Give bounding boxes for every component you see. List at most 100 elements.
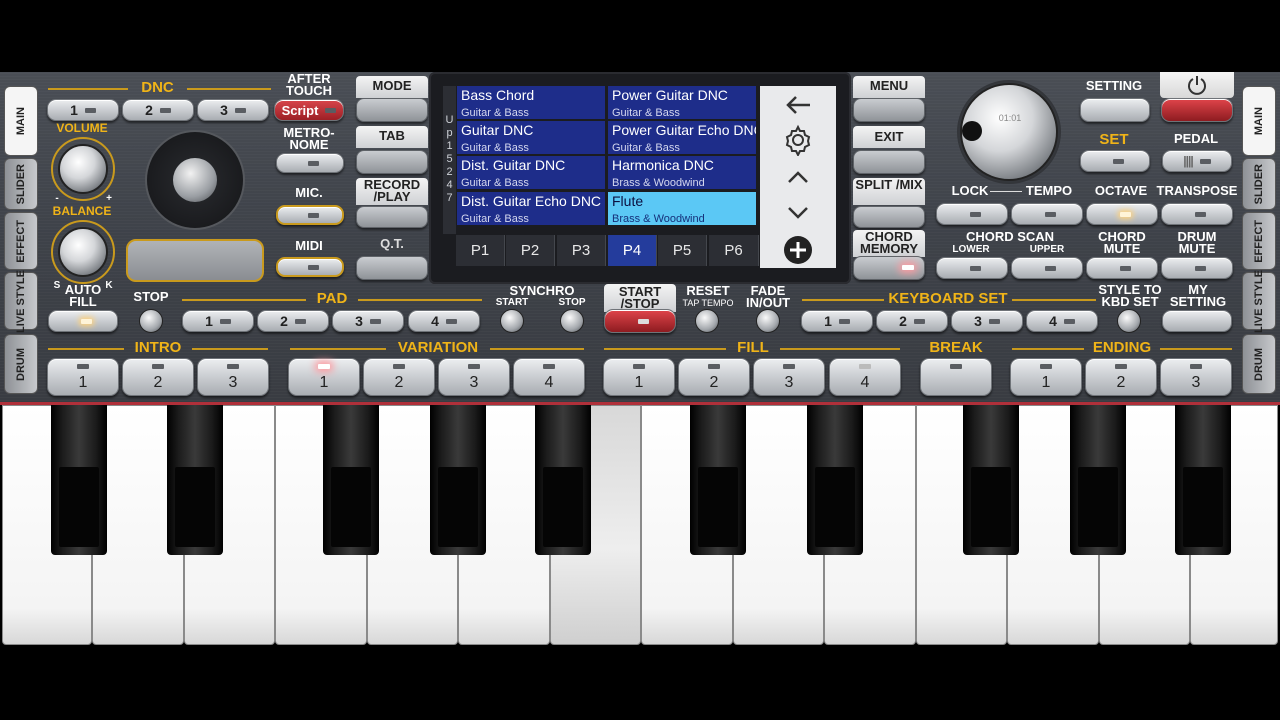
style-cell[interactable]: Power Guitar DNC Guitar & Bass (608, 86, 756, 119)
dnc-button-3[interactable]: 3 (197, 99, 269, 121)
page-tab-p4[interactable]: P4 (608, 235, 657, 266)
page-tab-p1[interactable]: P1 (456, 235, 505, 266)
page-tab-p5[interactable]: P5 (658, 235, 707, 266)
lock-button[interactable] (936, 203, 1008, 225)
break-button[interactable] (920, 358, 992, 396)
set-button[interactable] (1080, 150, 1150, 172)
chord-memory-button[interactable] (853, 256, 925, 280)
octave-button[interactable] (1086, 203, 1158, 225)
pad-button-1[interactable]: 1 (182, 310, 254, 332)
black-key[interactable] (430, 405, 486, 555)
black-key[interactable] (807, 405, 863, 555)
black-key[interactable] (1175, 405, 1231, 555)
black-key[interactable] (1070, 405, 1126, 555)
record-play-button[interactable] (356, 206, 428, 228)
settings-gear-icon[interactable] (760, 124, 836, 156)
my-setting-button[interactable] (1162, 310, 1232, 332)
tempo-button[interactable] (1011, 203, 1083, 225)
variation-button-2[interactable]: 2 (363, 358, 435, 396)
script-button[interactable]: Script (274, 99, 344, 121)
black-key[interactable] (535, 405, 591, 555)
side-tab-drum-right[interactable]: DRUM (1242, 334, 1276, 394)
transpose-button[interactable] (1161, 203, 1233, 225)
qt-button[interactable] (356, 256, 428, 280)
reset-knob[interactable] (695, 309, 719, 333)
style-cell[interactable]: Bass Chord Guitar & Bass (457, 86, 605, 119)
split-mix-button[interactable] (853, 206, 925, 228)
page-tab-p2[interactable]: P2 (506, 235, 555, 266)
chord-scan-upper-button[interactable] (1011, 257, 1083, 279)
intro-button-3[interactable]: 3 (197, 358, 269, 396)
black-key[interactable] (963, 405, 1019, 555)
style-cell[interactable]: Guitar DNC Guitar & Bass (457, 121, 605, 154)
fill-button-4[interactable]: 4 (829, 358, 901, 396)
variation-button-1[interactable]: 1 (288, 358, 360, 396)
style-cell[interactable]: Dist. Guitar Echo DNC Guitar & Bass (457, 192, 605, 225)
mode-button[interactable] (356, 98, 428, 122)
fill-button-3[interactable]: 3 (753, 358, 825, 396)
synchro-stop-knob[interactable] (560, 309, 584, 333)
dnc-button-2[interactable]: 2 (122, 99, 194, 121)
black-key[interactable] (690, 405, 746, 555)
style-cell[interactable]: Dist. Guitar DNC Guitar & Bass (457, 156, 605, 189)
chevron-up-icon[interactable] (760, 164, 836, 190)
midi-button[interactable] (276, 257, 344, 277)
style-to-kbd-knob[interactable] (1117, 309, 1141, 333)
chevron-down-icon[interactable] (760, 200, 836, 226)
style-cell[interactable]: Power Guitar Echo DNC Guitar & Bass (608, 121, 756, 154)
pitch-pad[interactable] (126, 239, 264, 282)
side-tab-main[interactable]: MAIN (4, 86, 38, 156)
side-tab-live-style[interactable]: LIVE STYLE (4, 270, 38, 332)
synchro-start-knob[interactable] (500, 309, 524, 333)
page-tab-p3[interactable]: P3 (557, 235, 606, 266)
stop-knob[interactable] (139, 309, 163, 333)
chord-mute-button[interactable] (1086, 257, 1158, 279)
side-tab-live-style-right[interactable]: LIVE STYLE (1242, 270, 1276, 332)
mic-button[interactable] (276, 205, 344, 225)
side-tab-effect[interactable]: EFFECT (4, 212, 38, 270)
keyboard-set-button-2[interactable]: 2 (876, 310, 948, 332)
auto-fill-button[interactable] (48, 310, 118, 332)
volume-knob[interactable] (58, 144, 108, 194)
black-key[interactable] (323, 405, 379, 555)
fill-button-1[interactable]: 1 (603, 358, 675, 396)
back-arrow-icon[interactable] (760, 90, 836, 120)
fill-button-2[interactable]: 2 (678, 358, 750, 396)
intro-button-2[interactable]: 2 (122, 358, 194, 396)
ending-button-1[interactable]: 1 (1010, 358, 1082, 396)
pad-button-3[interactable]: 3 (332, 310, 404, 332)
setting-button[interactable] (1080, 98, 1150, 122)
pad-button-2[interactable]: 2 (257, 310, 329, 332)
menu-button[interactable] (853, 98, 925, 122)
black-key[interactable] (51, 405, 107, 555)
balance-knob[interactable] (58, 227, 108, 277)
ending-button-3[interactable]: 3 (1160, 358, 1232, 396)
tab-button[interactable] (356, 150, 428, 174)
dnc-button-1[interactable]: 1 (47, 99, 119, 121)
variation-button-3[interactable]: 3 (438, 358, 510, 396)
side-tab-main-right[interactable]: MAIN (1242, 86, 1276, 156)
side-tab-slider-right[interactable]: SLIDER (1242, 158, 1276, 210)
side-tab-slider[interactable]: SLIDER (4, 158, 38, 210)
power-button[interactable] (1161, 98, 1233, 122)
metronome-button[interactable] (276, 153, 344, 173)
exit-button[interactable] (853, 150, 925, 174)
keyboard-set-button-3[interactable]: 3 (951, 310, 1023, 332)
ending-button-2[interactable]: 2 (1085, 358, 1157, 396)
style-cell[interactable]: Harmonica DNC Brass & Woodwind (608, 156, 756, 189)
intro-button-1[interactable]: 1 (47, 358, 119, 396)
side-tab-effect-right[interactable]: EFFECT (1242, 212, 1276, 270)
drum-mute-button[interactable] (1161, 257, 1233, 279)
start-stop-button[interactable] (604, 309, 676, 333)
page-tab-p6[interactable]: P6 (709, 235, 759, 266)
plus-circle-icon[interactable] (760, 234, 836, 266)
black-key[interactable] (167, 405, 223, 555)
keyboard-set-button-4[interactable]: 4 (1026, 310, 1098, 332)
pedal-button[interactable]: |||| (1162, 150, 1232, 172)
fade-knob[interactable] (756, 309, 780, 333)
joystick-knob[interactable] (173, 158, 217, 202)
keyboard-set-button-1[interactable]: 1 (801, 310, 873, 332)
pad-button-4[interactable]: 4 (408, 310, 480, 332)
chord-scan-lower-button[interactable] (936, 257, 1008, 279)
side-tab-drum[interactable]: DRUM (4, 334, 38, 394)
